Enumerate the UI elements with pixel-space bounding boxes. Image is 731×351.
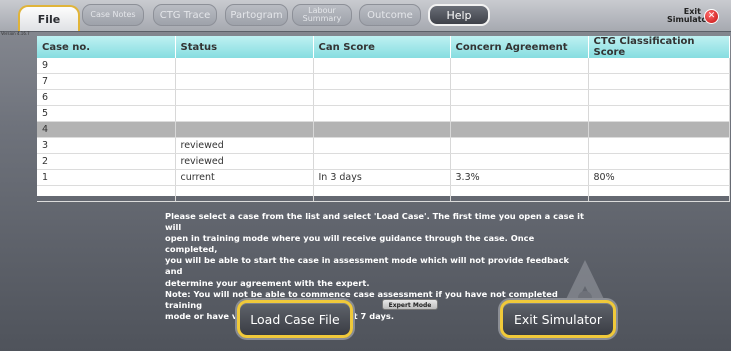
tab-outcome[interactable]: Outcome bbox=[359, 4, 421, 26]
tab-labour-summary[interactable]: Labour Summary bbox=[292, 4, 352, 26]
cell-ctg bbox=[588, 137, 730, 154]
table-row[interactable]: 1 current In 3 days 3.3% 80% bbox=[37, 169, 730, 186]
cell-concern bbox=[450, 153, 589, 170]
cell-case-no: 7 bbox=[37, 73, 176, 90]
table-row[interactable]: 2 reviewed bbox=[37, 153, 730, 170]
instructions-line: you will be able to start the case in as… bbox=[165, 255, 570, 277]
cell-status: current bbox=[175, 169, 314, 186]
tab-help[interactable]: Help bbox=[428, 4, 490, 26]
cell-can-score bbox=[313, 153, 451, 170]
cell-ctg bbox=[588, 73, 730, 90]
tab-file[interactable]: File bbox=[18, 5, 80, 31]
col-ctg-classification-score: CTG Classification Score bbox=[588, 36, 730, 58]
cell-status: reviewed bbox=[175, 153, 314, 170]
cell-can-score bbox=[313, 73, 451, 90]
tab-ctg-trace[interactable]: CTG Trace bbox=[153, 4, 217, 26]
table-row[interactable] bbox=[37, 185, 730, 202]
cell-status bbox=[175, 105, 314, 122]
cell-can-score bbox=[313, 185, 451, 202]
table-row[interactable]: 5 bbox=[37, 105, 730, 122]
cell-case-no: 2 bbox=[37, 153, 176, 170]
cell-concern bbox=[450, 58, 589, 74]
cell-concern bbox=[450, 105, 589, 122]
cell-ctg bbox=[588, 121, 730, 138]
table-row[interactable]: 3 reviewed bbox=[37, 137, 730, 154]
table-header: Case no. Status Can Score Concern Agreem… bbox=[37, 36, 730, 58]
cell-status bbox=[175, 185, 314, 202]
tab-partogram[interactable]: Partogram bbox=[225, 4, 288, 26]
expert-mode-button[interactable]: Expert Mode bbox=[382, 299, 438, 310]
table-row[interactable]: 6 bbox=[37, 89, 730, 106]
instructions-line: determine your agreement with the expert… bbox=[165, 277, 370, 288]
cell-concern bbox=[450, 137, 589, 154]
cell-status bbox=[175, 89, 314, 106]
cell-status bbox=[175, 58, 314, 74]
cell-case-no bbox=[37, 185, 176, 202]
instructions-line: Please select a case from the list and s… bbox=[165, 211, 584, 233]
exit-label: Exit Simulator bbox=[667, 7, 711, 24]
instructions-line: open in training mode where you will rec… bbox=[165, 233, 535, 255]
cell-status bbox=[175, 121, 314, 138]
cell-case-no: 9 bbox=[37, 58, 176, 74]
tab-case-notes[interactable]: Case Notes bbox=[82, 4, 144, 26]
cell-concern bbox=[450, 121, 589, 138]
table-row[interactable]: 7 bbox=[37, 73, 730, 90]
cell-case-no: 4 bbox=[37, 121, 176, 138]
cell-ctg: 80% bbox=[588, 169, 730, 186]
cell-case-no: 5 bbox=[37, 105, 176, 122]
cell-status: reviewed bbox=[175, 137, 314, 154]
cell-status bbox=[175, 73, 314, 90]
cell-concern bbox=[450, 89, 589, 106]
case-table: Case no. Status Can Score Concern Agreem… bbox=[37, 36, 730, 202]
col-concern-agreement: Concern Agreement bbox=[450, 36, 589, 58]
cell-can-score: In 3 days bbox=[313, 169, 451, 186]
cell-case-no: 3 bbox=[37, 137, 176, 154]
cell-concern bbox=[450, 185, 589, 202]
cell-ctg bbox=[588, 105, 730, 122]
cell-ctg bbox=[588, 58, 730, 74]
cell-can-score bbox=[313, 137, 451, 154]
version-label: Version 4.16.7 bbox=[1, 31, 30, 36]
cell-case-no: 6 bbox=[37, 89, 176, 106]
close-icon[interactable]: ✕ bbox=[704, 8, 719, 24]
col-case-no: Case no. bbox=[37, 36, 176, 58]
table-row-selected[interactable]: 4 bbox=[37, 121, 730, 138]
col-status: Status bbox=[175, 36, 314, 58]
cell-concern bbox=[450, 73, 589, 90]
load-case-file-button[interactable]: Load Case File bbox=[237, 300, 353, 338]
exit-simulator-link[interactable]: Exit Simulator ✕ bbox=[667, 8, 719, 24]
exit-simulator-button[interactable]: Exit Simulator bbox=[500, 300, 616, 338]
cell-can-score bbox=[313, 105, 451, 122]
cell-can-score bbox=[313, 121, 451, 138]
cell-ctg bbox=[588, 185, 730, 202]
top-tab-bar: File Case Notes CTG Trace Partogram Labo… bbox=[0, 0, 731, 32]
table-row[interactable]: 9 bbox=[37, 58, 730, 74]
cell-can-score bbox=[313, 89, 451, 106]
cell-concern: 3.3% bbox=[450, 169, 589, 186]
cell-ctg bbox=[588, 153, 730, 170]
cell-case-no: 1 bbox=[37, 169, 176, 186]
cell-ctg bbox=[588, 89, 730, 106]
col-can-score: Can Score bbox=[313, 36, 451, 58]
cell-can-score bbox=[313, 58, 451, 74]
